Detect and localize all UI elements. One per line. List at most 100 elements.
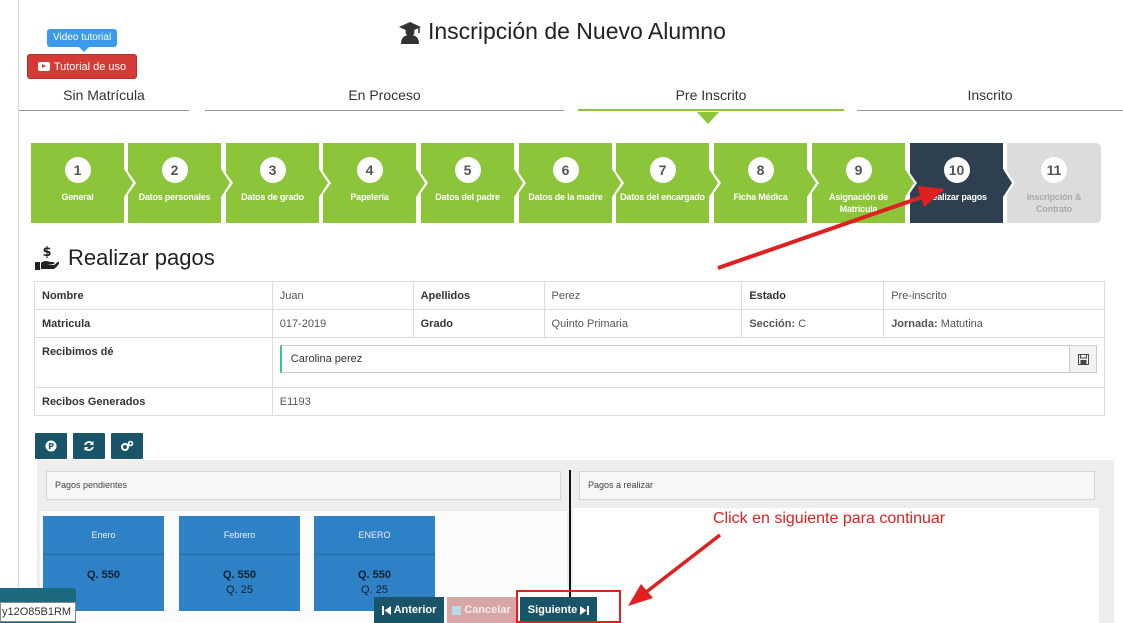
- page-title-text: Inscripción de Nuevo Alumno: [428, 18, 726, 44]
- table-row: Recibimos dé Carolina perez: [34, 337, 1106, 388]
- refresh-button[interactable]: [73, 433, 105, 459]
- step-ficha-medica[interactable]: 8 Ficha Médica: [714, 143, 819, 223]
- cell-jornada: Jornada: Matutina: [883, 309, 1105, 338]
- step-number: 8: [747, 157, 774, 183]
- step-general[interactable]: 1 General: [31, 143, 136, 223]
- payment-card-amount: Q. 550: [86, 569, 121, 581]
- value-jornada: Matutina: [940, 317, 983, 330]
- cancel-button-label: Cancelar: [464, 604, 511, 616]
- step-datos-personales[interactable]: 2 Datos personales: [128, 143, 233, 223]
- step-label: Asignación de Matricula: [829, 192, 888, 214]
- step-asignacion-de-matricula[interactable]: 9 Asignación de Matricula: [812, 143, 917, 223]
- cell-recibimos: Carolina perez: [271, 337, 1106, 388]
- label-apellidos: Apellidos: [412, 281, 545, 310]
- step-papeleria[interactable]: 4 Papelería: [323, 143, 428, 223]
- payment-card-amount: Q. 550: [222, 569, 257, 581]
- payment-card[interactable]: Febrero Q. 550 Q. 25: [179, 516, 300, 611]
- status-tab-underline: [578, 109, 844, 111]
- label-grado: Grado: [412, 309, 545, 338]
- wizard-steps: 1 General 2 Datos personales 3 Datos de …: [31, 143, 1101, 223]
- step-number: 5: [454, 157, 481, 183]
- value-apellidos: Perez: [543, 281, 743, 310]
- section-heading: $ Realizar pagos: [34, 245, 215, 271]
- pending-payments-header: Pagos pendientes: [46, 471, 561, 500]
- step-label: Datos personales: [138, 192, 211, 202]
- step-label: Datos del encargado: [620, 192, 705, 202]
- label-recibimos: Recibimos dé: [34, 337, 273, 388]
- payment-card-extra: Q. 25: [226, 584, 253, 596]
- payment-card-month: Enero: [91, 530, 116, 540]
- status-tab-underline: [19, 110, 189, 111]
- status-tab-label: Sin Matrícula: [63, 87, 145, 103]
- floppy-disk-icon: [1077, 353, 1089, 365]
- table-row: Recibos Generados E1193: [34, 387, 1106, 416]
- status-tab-en-proceso[interactable]: En Proceso: [205, 87, 564, 111]
- step-number: 3: [259, 157, 286, 183]
- svg-text:$: $: [42, 245, 51, 260]
- status-tab-underline: [857, 110, 1123, 111]
- table-row: Matricula 017-2019 Grado Quinto Primaria…: [34, 309, 1105, 338]
- step-datos-del-encargado[interactable]: 7 Datos del encargado: [616, 143, 721, 223]
- step-number: 7: [649, 157, 676, 183]
- recibimos-input-group: Carolina perez: [279, 345, 1097, 373]
- step-number: 11: [1041, 157, 1067, 183]
- value-estado: Pre-inscrito: [883, 281, 1105, 310]
- gears-icon: [121, 440, 134, 451]
- step-number: 1: [64, 157, 91, 183]
- section-title: Realizar pagos: [68, 245, 215, 270]
- hand-money-icon: $: [35, 245, 60, 270]
- step-label: Inscripción & Contrato: [1026, 192, 1082, 214]
- youtube-icon: [37, 62, 50, 71]
- cell-seccion: Sección: C: [741, 309, 885, 338]
- annotation-hint: Click en siguiente para continuar: [713, 510, 946, 527]
- step-label: Papelería: [350, 192, 389, 202]
- label-seccion: Sección:: [749, 317, 796, 330]
- video-tutorial-tooltip: Video tutorial: [47, 29, 118, 52]
- pay-icon: P: [45, 440, 57, 452]
- annotation-highlight-box: [516, 590, 621, 623]
- step-datos-de-grado[interactable]: 3 Datos de grado: [226, 143, 331, 223]
- value-grado: Quinto Primaria: [543, 309, 743, 338]
- table-row: Nombre Juan Apellidos Perez Estado Pre-i…: [34, 281, 1105, 310]
- cancel-button[interactable]: Cancelar: [447, 597, 516, 623]
- value-seccion: C: [798, 317, 807, 330]
- step-number: 2: [161, 157, 188, 183]
- step-inscripcion-contrato: 11 Inscripción & Contrato: [1007, 143, 1101, 223]
- settings-button[interactable]: [111, 433, 143, 459]
- page: Inscripción de Nuevo Alumno Video tutori…: [0, 0, 1123, 623]
- step-datos-del-padre[interactable]: 5 Datos del padre: [421, 143, 526, 223]
- value-matricula: 017-2019: [271, 309, 414, 338]
- label-matricula: Matricula: [34, 309, 273, 338]
- recibimos-input[interactable]: Carolina perez: [279, 345, 1070, 373]
- status-tab-label: En Proceso: [348, 87, 421, 103]
- save-button[interactable]: [1070, 345, 1097, 373]
- status-tab-sin-matricula[interactable]: Sin Matrícula: [19, 87, 189, 111]
- status-tab-label: Inscrito: [967, 87, 1013, 103]
- step-realizar-pagos[interactable]: 10 Realizar pagos: [910, 143, 1015, 223]
- page-title: Inscripción de Nuevo Alumno: [398, 18, 726, 45]
- payment-card-month: Febrero: [223, 530, 256, 540]
- step-datos-de-la-madre[interactable]: 6 Datos de la madre: [519, 143, 624, 223]
- step-number: 9: [845, 157, 872, 183]
- step-label: Datos de grado: [241, 192, 304, 202]
- label-estado: Estado: [741, 281, 885, 310]
- step-number: 10: [943, 157, 970, 183]
- svg-text:P: P: [48, 442, 54, 451]
- payment-card-amount: Q. 550: [357, 569, 392, 581]
- tutorial-button[interactable]: Tutorial de uso: [27, 54, 137, 79]
- label-recibos: Recibos Generados: [34, 387, 273, 416]
- status-tab-inscrito[interactable]: Inscrito: [857, 87, 1123, 111]
- label-jornada: Jornada:: [891, 317, 938, 330]
- status-tab-pre-inscrito[interactable]: Pre Inscrito: [578, 87, 844, 111]
- cancel-icon: [452, 605, 462, 615]
- graduate-icon: [399, 21, 421, 44]
- previous-button[interactable]: Anterior: [374, 597, 444, 623]
- value-recibos: E1193: [271, 387, 1106, 416]
- status-tab-label: Pre Inscrito: [675, 87, 747, 103]
- value-nombre: Juan: [271, 281, 414, 310]
- pay-button[interactable]: P: [35, 433, 67, 459]
- id-tooltip: y12O85B1RM: [0, 602, 76, 622]
- status-tab-underline: [205, 110, 564, 111]
- payments-to-make-header: Pagos a realizar: [579, 471, 1095, 500]
- tutorial-button-label: Tutorial de uso: [53, 60, 127, 73]
